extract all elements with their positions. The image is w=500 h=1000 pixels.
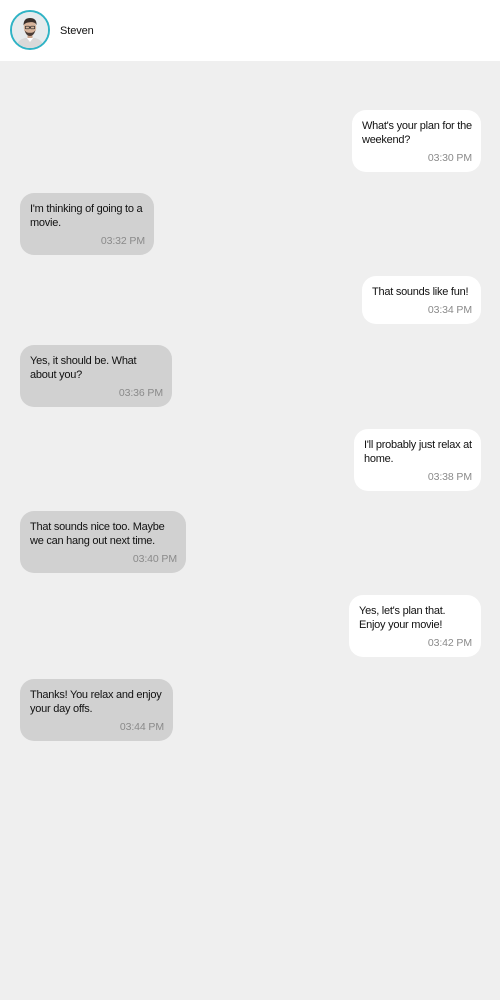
- avatar[interactable]: [10, 10, 50, 50]
- person-photo-icon: [12, 12, 48, 48]
- message-text: I'll probably just relax at home.: [364, 439, 472, 465]
- chat-header: Steven: [0, 0, 500, 61]
- sent-message[interactable]: That sounds like fun! 03:34 PM: [362, 276, 481, 324]
- sent-message[interactable]: Yes, let's plan that. Enjoy your movie! …: [349, 595, 481, 657]
- message-timestamp: 03:32 PM: [100, 235, 145, 247]
- sent-message[interactable]: What's your plan for the weekend? 03:30 …: [352, 110, 481, 172]
- received-message[interactable]: Thanks! You relax and enjoy your day off…: [20, 679, 173, 741]
- message-timestamp: 03:38 PM: [427, 471, 472, 483]
- message-timestamp: 03:34 PM: [427, 304, 472, 316]
- message-text: What's your plan for the weekend?: [362, 120, 472, 146]
- message-text: Thanks! You relax and enjoy your day off…: [30, 689, 162, 715]
- message-timestamp: 03:42 PM: [427, 637, 472, 649]
- message-text: I'm thinking of going to a movie.: [30, 203, 143, 229]
- message-timestamp: 03:36 PM: [118, 387, 163, 399]
- received-message[interactable]: Yes, it should be. What about you? 03:36…: [20, 345, 172, 407]
- contact-name[interactable]: Steven: [60, 24, 94, 38]
- message-text: Yes, it should be. What about you?: [30, 355, 137, 381]
- message-text: That sounds nice too. Maybe we can hang …: [30, 521, 165, 547]
- message-timestamp: 03:30 PM: [427, 152, 472, 164]
- sent-message[interactable]: I'll probably just relax at home. 03:38 …: [354, 429, 481, 491]
- message-text: That sounds like fun!: [372, 286, 469, 298]
- message-timestamp: 03:44 PM: [119, 721, 164, 733]
- received-message[interactable]: I'm thinking of going to a movie. 03:32 …: [20, 193, 154, 255]
- message-text: Yes, let's plan that. Enjoy your movie!: [359, 605, 446, 631]
- message-list[interactable]: What's your plan for the weekend? 03:30 …: [0, 61, 500, 1000]
- message-timestamp: 03:40 PM: [132, 553, 177, 565]
- received-message[interactable]: That sounds nice too. Maybe we can hang …: [20, 511, 186, 573]
